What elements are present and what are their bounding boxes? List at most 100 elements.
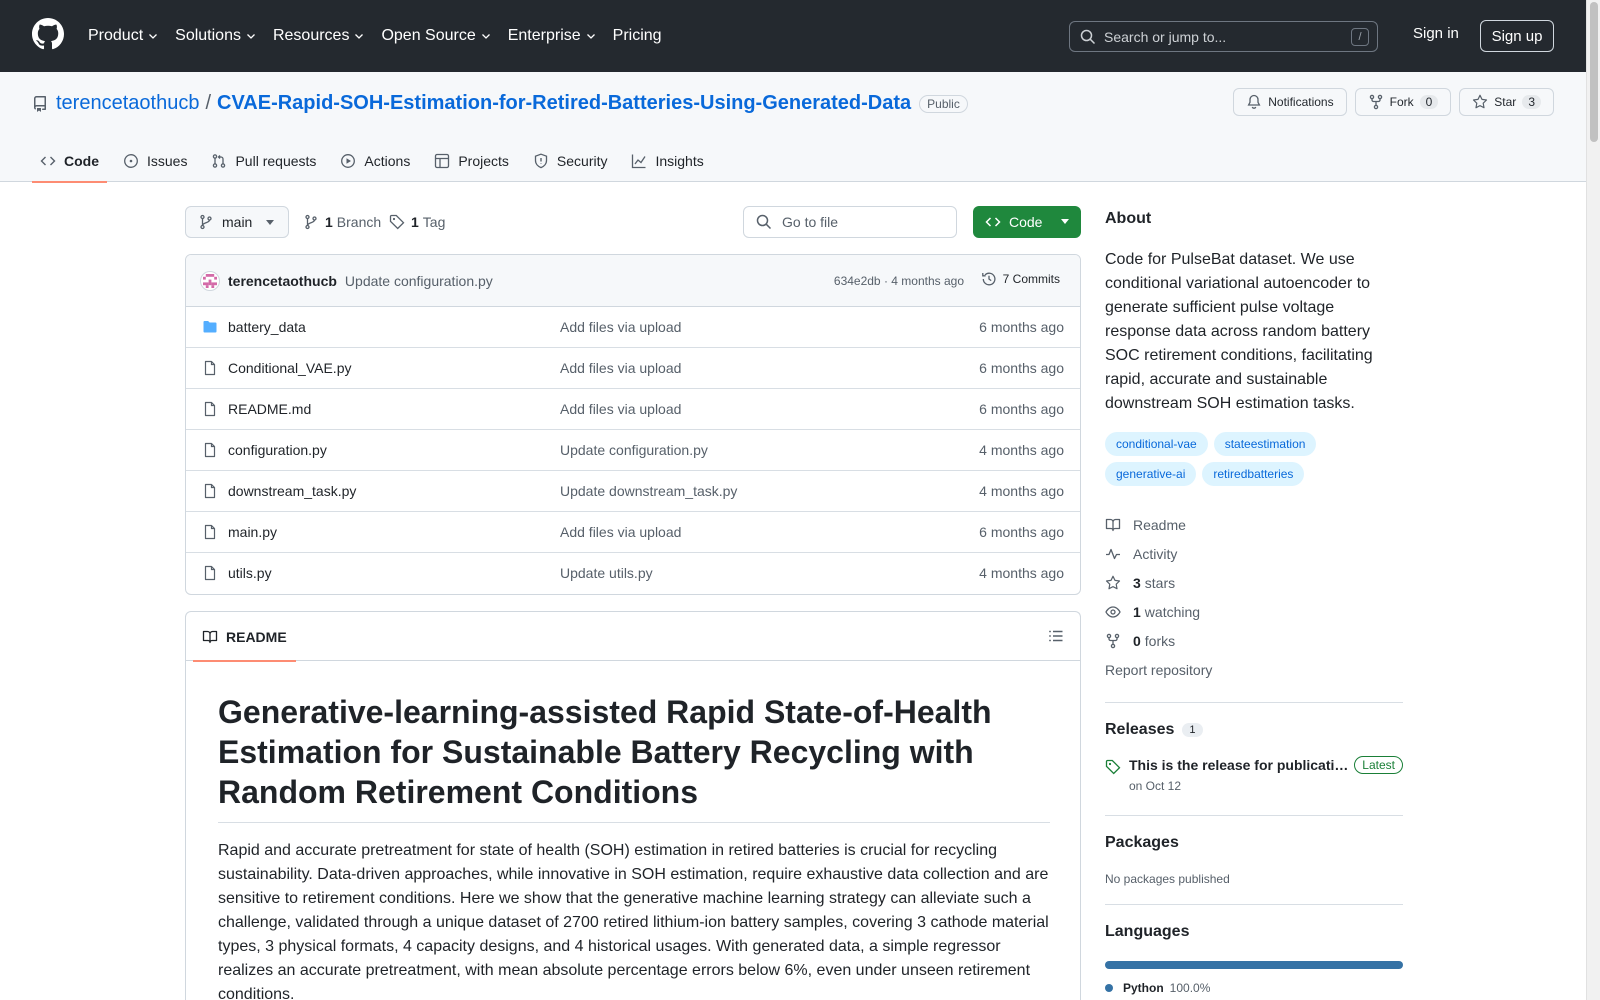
file-commit-date: 6 months ago — [979, 524, 1064, 540]
commit-hash-time[interactable]: 634e2db · 4 months ago — [834, 274, 964, 288]
file-icon — [204, 442, 216, 458]
file-row[interactable]: main.py Add files via upload 6 months ago — [186, 512, 1080, 553]
about-title: About — [1105, 210, 1152, 227]
latest-commit-row: terencetaothucb Update configuration.py … — [186, 255, 1080, 307]
file-row[interactable]: battery_data Add files via upload 6 months… — [186, 307, 1080, 348]
stars-link[interactable]: 3 stars — [1105, 568, 1403, 597]
topic-tag[interactable]: stateestimation — [1213, 432, 1317, 456]
nav-label: Pricing — [612, 27, 662, 44]
repo-name-link[interactable]: CVAE-Rapid-SOH-Estimation-for-Retired-Ba… — [217, 92, 911, 115]
file-commit-date: 6 months ago — [979, 401, 1064, 417]
language-item[interactable]: Python 100.0% — [1105, 981, 1403, 995]
file-commit-message[interactable]: Add files via upload — [560, 319, 681, 335]
readme-tab[interactable]: README — [193, 612, 296, 662]
page-scrollbar[interactable] — [1586, 0, 1600, 1000]
file-browser: terencetaothucb Update configuration.py … — [185, 254, 1081, 595]
sign-up-button[interactable]: Sign up — [1480, 20, 1554, 52]
nav-pricing[interactable]: Pricing — [613, 27, 662, 45]
watching-label: watching — [1144, 603, 1201, 620]
watching-count: 1 — [1133, 603, 1141, 620]
watchers-link[interactable]: 1 watching — [1105, 597, 1403, 626]
star-label: Star — [1494, 95, 1517, 109]
tags-link[interactable]: 1 Tag — [389, 214, 445, 230]
star-button[interactable]: Star 3 — [1459, 88, 1554, 116]
latest-release[interactable]: This is the release for publication Late… — [1105, 756, 1403, 797]
file-name-link[interactable]: utils.py — [228, 565, 272, 581]
github-logo-icon[interactable] — [32, 18, 64, 50]
file-commit-date: 4 months ago — [979, 442, 1064, 458]
activity-link[interactable]: Activity — [1105, 539, 1403, 568]
fork-icon — [1106, 633, 1120, 648]
report-repository-link[interactable]: Report repository — [1105, 655, 1403, 684]
go-to-file-input[interactable]: Go to file — [743, 206, 957, 238]
code-dropdown-button[interactable]: Code — [973, 206, 1081, 238]
notifications-label: Notifications — [1268, 95, 1334, 109]
commits-link[interactable]: 7 Commits — [981, 271, 1060, 287]
global-search-input[interactable]: Search or jump to... / — [1069, 21, 1378, 52]
file-row[interactable]: downstream_task.py Update downstream_task… — [186, 471, 1080, 512]
file-row[interactable]: Conditional_VAE.py Add files via upload 6 … — [186, 348, 1080, 389]
fork-button[interactable]: Fork 0 — [1354, 88, 1452, 116]
file-row[interactable]: README.md Add files via upload 6 months ag… — [186, 389, 1080, 430]
forks-link[interactable]: 0 forks — [1105, 626, 1403, 655]
nav-resources[interactable]: Resources — [273, 27, 365, 45]
releases-header[interactable]: Releases 1 — [1105, 721, 1403, 739]
readme-title: Generative-learning-assisted Rapid State… — [218, 692, 1050, 823]
topic-tag[interactable]: conditional-vae — [1105, 432, 1208, 456]
file-name-link[interactable]: Conditional_VAE.py — [228, 360, 351, 376]
file-icon — [204, 483, 216, 499]
file-name-link[interactable]: README.md — [228, 401, 311, 417]
repo-owner-link[interactable]: terencetaothucb — [56, 92, 199, 115]
file-type-icon — [202, 442, 218, 458]
tab-insights[interactable]: Insights — [623, 140, 711, 182]
file-row[interactable]: utils.py Update utils.py 4 months ago — [186, 553, 1080, 594]
chevron-down-icon — [355, 34, 364, 39]
sign-in-link[interactable]: Sign in — [1413, 25, 1459, 42]
nav-label: Product — [88, 27, 144, 44]
nav-label: Solutions — [175, 27, 241, 44]
notifications-button[interactable]: Notifications — [1233, 88, 1347, 116]
nav-enterprise[interactable]: Enterprise — [508, 27, 597, 45]
file-name-link[interactable]: configuration.py — [228, 442, 327, 458]
tab-label: Security — [556, 153, 608, 169]
list-outline-icon[interactable] — [1048, 628, 1064, 644]
file-commit-message[interactable]: Update utils.py — [560, 565, 653, 581]
file-row[interactable]: configuration.py Update configuration.py 4… — [186, 430, 1080, 471]
file-name-link[interactable]: main.py — [228, 524, 277, 540]
commit-author-link[interactable]: terencetaothucb — [228, 273, 337, 289]
nav-label: Enterprise — [507, 27, 581, 44]
nav-open-source[interactable]: Open Source — [381, 27, 491, 45]
commit-message-link[interactable]: Update configuration.py — [345, 273, 493, 289]
file-name-link[interactable]: battery_data — [228, 319, 306, 335]
file-commit-message[interactable]: Update configuration.py — [560, 442, 708, 458]
packages-title[interactable]: Packages — [1105, 834, 1403, 852]
table-icon — [435, 153, 450, 169]
nav-product[interactable]: Product — [88, 27, 159, 45]
file-commit-message[interactable]: Add files via upload — [560, 524, 681, 540]
tab-code[interactable]: Code — [32, 140, 107, 183]
tab-label: Projects — [458, 153, 509, 169]
tab-pull-requests[interactable]: Pull requests — [203, 140, 324, 182]
file-commit-message[interactable]: Add files via upload — [560, 401, 681, 417]
file-commit-message[interactable]: Add files via upload — [560, 360, 681, 376]
tab-actions[interactable]: Actions — [332, 140, 418, 182]
branch-select-button[interactable]: main — [185, 206, 289, 238]
scrollbar-thumb[interactable] — [1590, 2, 1598, 142]
chevron-down-icon — [149, 34, 158, 39]
search-icon — [756, 214, 772, 230]
tab-security[interactable]: Security — [525, 140, 616, 182]
branches-link[interactable]: 1 Branch — [303, 214, 381, 230]
caret-down-icon — [1061, 219, 1069, 224]
file-commit-message[interactable]: Update downstream_task.py — [560, 483, 737, 499]
tab-issues[interactable]: Issues — [115, 140, 195, 182]
releases-title: Releases — [1105, 721, 1175, 738]
file-name-link[interactable]: downstream_task.py — [228, 483, 356, 499]
tab-projects[interactable]: Projects — [426, 140, 517, 182]
nav-solutions[interactable]: Solutions — [175, 27, 257, 45]
repo-title: terencetaothucb / CVAE-Rapid-SOH-Estimat… — [32, 92, 968, 115]
topic-tag[interactable]: generative-ai — [1105, 462, 1197, 486]
readme-link[interactable]: Readme — [1105, 510, 1403, 539]
divider — [1105, 815, 1403, 816]
avatar[interactable] — [200, 270, 220, 291]
topic-tag[interactable]: retiredbatteries — [1202, 462, 1305, 486]
